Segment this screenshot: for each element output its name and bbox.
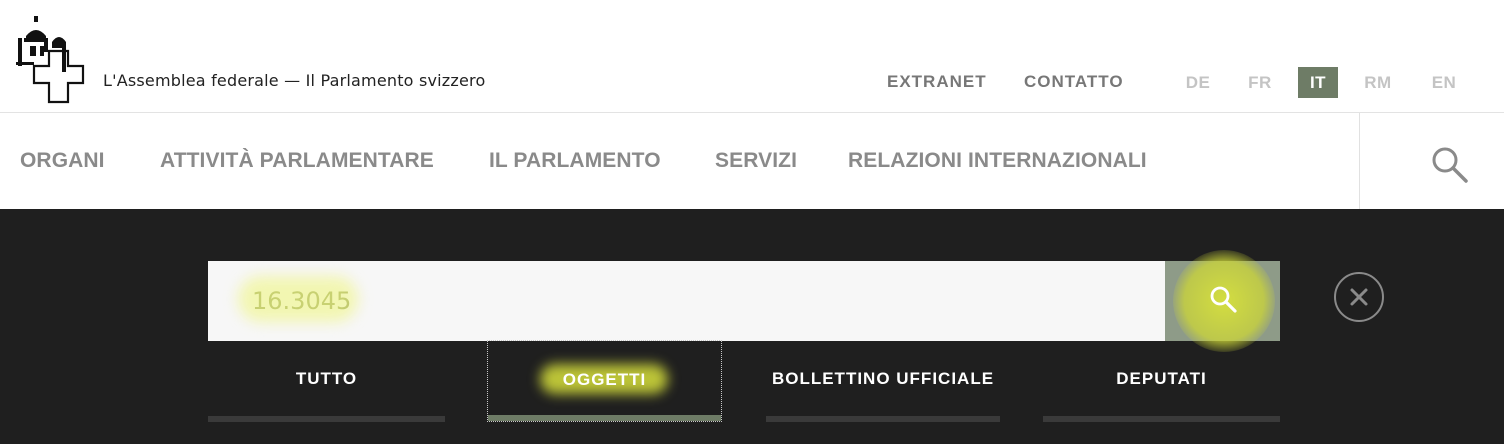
close-search-button[interactable] <box>1334 272 1384 322</box>
tab-bollettino-ufficiale[interactable]: BOLLETTINO UFFICIALE <box>766 340 1000 422</box>
nav-item-servizi[interactable]: SERVIZI <box>715 149 797 173</box>
nav-item-attivita-parlamentare[interactable]: ATTIVITÀ PARLAMENTARE <box>160 149 434 173</box>
tab-label: OGGETTI <box>562 370 647 389</box>
tab-underline <box>1043 416 1280 422</box>
nav-search-button[interactable] <box>1428 143 1472 187</box>
contact-link[interactable]: CONTATTO <box>1024 72 1124 92</box>
search-button-icon-wrap[interactable] <box>1207 283 1241 317</box>
site-title: L'Assemblea federale — Il Parlamento svi… <box>103 71 486 90</box>
input-highlight <box>238 276 358 322</box>
tab-deputati[interactable]: DEPUTATI <box>1043 340 1280 422</box>
language-fr[interactable]: FR <box>1240 67 1280 98</box>
tab-underline-active <box>488 415 721 421</box>
tab-tutto[interactable]: TUTTO <box>208 340 445 422</box>
nav-divider <box>1359 113 1360 209</box>
nav-item-il-parlamento[interactable]: IL PARLAMENTO <box>489 149 661 173</box>
tab-oggetti[interactable]: OGGETTI <box>487 340 722 422</box>
nav-item-relazioni-internazionali[interactable]: RELAZIONI INTERNAZIONALI <box>848 149 1147 173</box>
language-de[interactable]: DE <box>1178 67 1218 98</box>
language-it[interactable]: IT <box>1298 67 1338 98</box>
search-icon <box>1210 286 1237 313</box>
parliament-building-icon <box>16 16 85 104</box>
tab-underline <box>766 416 1000 422</box>
top-header: L'Assemblea federale — Il Parlamento svi… <box>0 0 1504 113</box>
parliament-logo[interactable] <box>16 16 86 106</box>
tab-underline <box>208 416 445 422</box>
main-navigation: ORGANI ATTIVITÀ PARLAMENTARE IL PARLAMEN… <box>0 113 1504 209</box>
tab-label: BOLLETTINO UFFICIALE <box>771 369 995 388</box>
nav-item-organi[interactable]: ORGANI <box>20 149 105 173</box>
language-rm[interactable]: RM <box>1358 67 1398 98</box>
search-icon <box>1432 147 1468 183</box>
close-icon <box>1350 288 1368 306</box>
language-en[interactable]: EN <box>1424 67 1464 98</box>
extranet-link[interactable]: EXTRANET <box>887 72 987 92</box>
tab-label: DEPUTATI <box>1116 369 1207 388</box>
tab-label: TUTTO <box>295 369 358 388</box>
